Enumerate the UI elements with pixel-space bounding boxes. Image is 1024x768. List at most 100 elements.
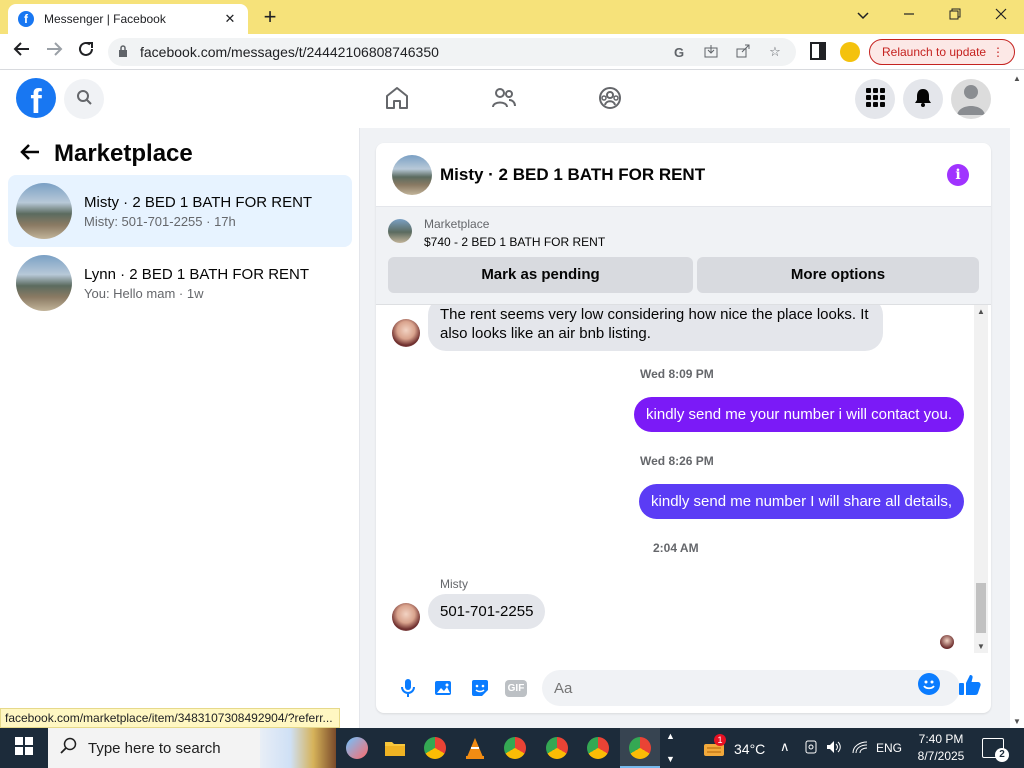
minimize-button[interactable] <box>886 4 932 26</box>
back-arrow-icon[interactable] <box>20 141 40 167</box>
tab-title: Messenger | Facebook <box>44 12 166 26</box>
start-button[interactable] <box>0 728 48 768</box>
input-language[interactable]: ENG <box>876 741 902 755</box>
address-bar[interactable]: facebook.com/messages/t/2444210680874635… <box>108 38 796 66</box>
conversation-name: Misty · 2 BED 1 BATH FOR RENT <box>84 193 313 211</box>
message-timestamp: Wed 8:09 PM <box>640 367 714 381</box>
taskbar-search-box[interactable]: Type here to search <box>48 728 336 768</box>
sender-name: Misty <box>440 577 468 591</box>
reload-button[interactable] <box>74 40 98 64</box>
groups-icon[interactable] <box>594 82 626 114</box>
facebook-top-nav: f <box>0 70 1014 128</box>
back-button[interactable] <box>10 40 34 64</box>
side-panel-icon[interactable] <box>810 42 826 60</box>
page-scrollbar[interactable]: ▲ ▼ <box>1010 70 1024 728</box>
incoming-message: 501-701-2255 <box>428 594 546 629</box>
taskbar-app-paint-icon[interactable] <box>342 734 372 762</box>
facebook-logo-icon[interactable]: f <box>16 78 56 118</box>
emoji-icon[interactable] <box>918 673 940 695</box>
page-scroll-up-icon[interactable]: ▲ <box>1010 74 1024 83</box>
gif-label: GIF <box>504 679 528 697</box>
share-icon[interactable] <box>732 44 754 61</box>
new-tab-button[interactable]: + <box>258 5 282 29</box>
forward-button[interactable] <box>42 40 66 64</box>
page-scroll-down-icon[interactable]: ▼ <box>1010 717 1024 726</box>
friends-icon[interactable] <box>488 82 520 114</box>
conversation-item-lynn[interactable]: Lynn · 2 BED 1 BATH FOR RENT You: Hello … <box>8 247 352 319</box>
taskbar-clock-date[interactable]: 8/7/2025 <box>912 749 970 763</box>
taskbar-scroll-down-icon[interactable]: ▼ <box>666 754 675 764</box>
weather-alert-badge: 1 <box>714 734 726 746</box>
profile-avatar-icon[interactable] <box>840 42 860 62</box>
taskbar-chrome-profile-icon[interactable] <box>500 734 530 762</box>
taskbar-clock-time[interactable]: 7:40 PM <box>916 732 966 746</box>
close-window-button[interactable] <box>978 4 1024 26</box>
home-icon[interactable] <box>381 82 413 114</box>
sender-avatar[interactable] <box>392 603 420 631</box>
microphone-icon[interactable] <box>390 670 426 706</box>
more-options-button[interactable]: More options <box>697 257 979 293</box>
chat-title[interactable]: Misty · 2 BED 1 BATH FOR RENT <box>440 165 947 185</box>
taskbar-scroll-up-icon[interactable]: ▲ <box>666 731 675 741</box>
chat-card: Misty · 2 BED 1 BATH FOR RENT i Marketpl… <box>376 143 991 713</box>
bookmark-star-icon[interactable]: ☆ <box>764 44 786 60</box>
seen-receipt-avatar <box>940 635 954 649</box>
sender-avatar[interactable] <box>392 319 420 347</box>
conversation-list-pane: Marketplace Misty · 2 BED 1 BATH FOR REN… <box>0 128 360 728</box>
conversation-preview: Misty: 501-701-2255 · 17h <box>84 213 236 229</box>
taskbar-chrome-icon[interactable] <box>420 734 450 762</box>
menu-grid-button[interactable] <box>855 79 895 119</box>
network-icon[interactable] <box>852 740 868 757</box>
taskbar-chrome-active-icon[interactable] <box>625 734 655 762</box>
volume-icon[interactable] <box>826 740 842 757</box>
marketplace-listing-banner: Marketplace $740 - 2 BED 1 BATH FOR RENT… <box>376 207 991 305</box>
outgoing-message: kindly send me number I will share all d… <box>639 484 964 519</box>
relaunch-to-update-button[interactable]: Relaunch to update ⋮ <box>869 39 1015 65</box>
notifications-button[interactable] <box>903 79 943 119</box>
gif-icon[interactable]: GIF <box>498 670 534 706</box>
conversation-item-misty[interactable]: Misty · 2 BED 1 BATH FOR RENT Misty: 501… <box>8 175 352 247</box>
mark-as-pending-button[interactable]: Mark as pending <box>388 257 693 293</box>
taskbar-file-explorer-icon[interactable] <box>380 734 410 762</box>
search-highlight-art <box>260 728 336 768</box>
message-input[interactable] <box>542 670 960 706</box>
message-scrollbar[interactable]: ▲ ▼ <box>974 305 988 653</box>
account-avatar-button[interactable] <box>951 79 991 119</box>
photo-icon[interactable] <box>426 670 462 706</box>
taskbar-chrome-profile-icon[interactable] <box>583 734 613 762</box>
thumbs-up-icon[interactable] <box>956 671 984 699</box>
meet-now-icon[interactable] <box>804 740 818 757</box>
browser-tab[interactable]: f Messenger | Facebook ✕ <box>8 4 248 34</box>
info-icon[interactable]: i <box>947 163 969 186</box>
grid-menu-icon <box>865 87 885 112</box>
lock-icon <box>118 44 128 60</box>
listing-mini-thumbnail[interactable] <box>388 219 412 243</box>
taskbar-chrome-profile-icon[interactable] <box>542 734 572 762</box>
browser-tab-strip: f Messenger | Facebook ✕ + <box>0 0 1024 34</box>
close-tab-icon[interactable]: ✕ <box>222 11 238 27</box>
tab-search-chevron-icon[interactable] <box>840 4 886 26</box>
taskbar-vlc-icon[interactable] <box>460 734 490 762</box>
facebook-search-button[interactable] <box>64 79 104 119</box>
notification-count-badge: 2 <box>995 748 1009 762</box>
listing-title[interactable]: $740 - 2 BED 1 BATH FOR RENT <box>424 235 605 249</box>
scroll-down-arrow-icon[interactable]: ▼ <box>974 642 988 651</box>
weather-temperature[interactable]: 34°C <box>734 741 765 757</box>
google-lens-icon[interactable]: G <box>668 45 690 60</box>
url-text[interactable]: facebook.com/messages/t/2444210680874635… <box>140 44 658 60</box>
show-hidden-icons-icon[interactable]: ∧ <box>780 739 790 755</box>
chat-listing-thumbnail[interactable] <box>392 154 432 195</box>
install-app-icon[interactable] <box>700 44 722 61</box>
message-timestamp: Wed 8:26 PM <box>640 454 714 468</box>
outgoing-message: kindly send me your number i will contac… <box>634 397 964 432</box>
sticker-icon[interactable] <box>462 670 498 706</box>
marketplace-header: Marketplace <box>20 140 193 168</box>
scroll-up-arrow-icon[interactable]: ▲ <box>974 307 988 316</box>
restore-button[interactable] <box>932 4 978 26</box>
search-icon <box>60 737 78 760</box>
message-composer: GIF <box>376 663 991 713</box>
incoming-message: The rent seems very low considering how … <box>428 305 883 351</box>
marketplace-title: Marketplace <box>54 140 193 167</box>
scrollbar-thumb[interactable] <box>976 583 986 633</box>
more-menu-icon: ⋮ <box>992 45 1004 59</box>
